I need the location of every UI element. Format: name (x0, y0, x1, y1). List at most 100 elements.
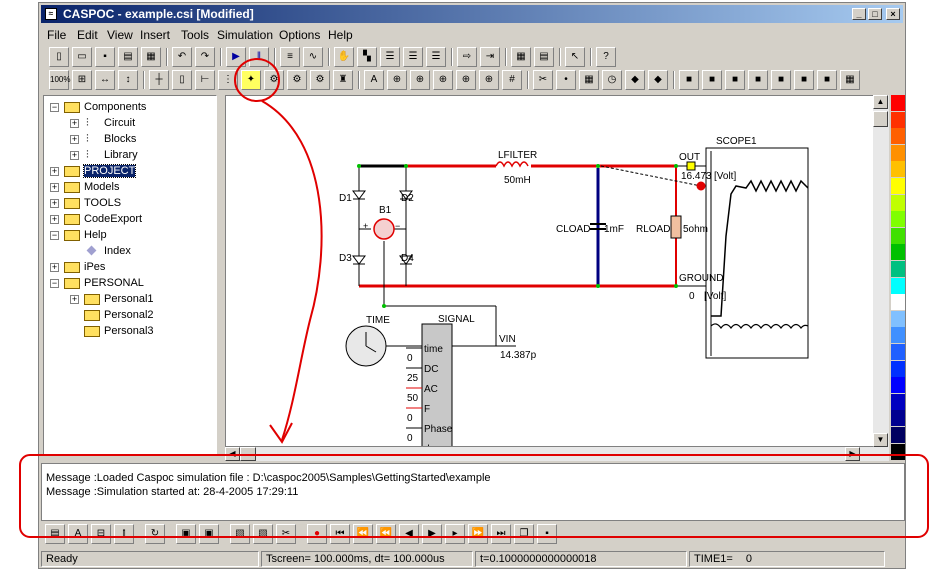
help-button[interactable]: ? (596, 47, 616, 67)
palette-swatch[interactable] (891, 261, 905, 277)
image-button[interactable]: ▧ (230, 524, 250, 544)
node-list-button[interactable]: ▤ (45, 524, 65, 544)
component-button[interactable]: ⊕ (387, 70, 407, 90)
document-button[interactable]: ▤ (534, 47, 554, 67)
list-button[interactable]: ☰ (426, 47, 446, 67)
list-button[interactable]: ☰ (403, 47, 423, 67)
node-button[interactable]: • (556, 70, 576, 90)
print-preview-button[interactable]: ▦ (141, 47, 161, 67)
palette-swatch[interactable] (891, 377, 905, 394)
palette-swatch[interactable] (891, 211, 905, 228)
block-button[interactable]: ■ (771, 70, 791, 90)
wire-button[interactable]: ┼ (149, 70, 169, 90)
tree-item[interactable]: + iPes (44, 260, 216, 276)
expand-icon[interactable]: + (50, 215, 59, 224)
tree-item[interactable]: − Components (44, 100, 216, 116)
component-button[interactable]: ⊕ (433, 70, 453, 90)
menu-file[interactable]: File (47, 28, 66, 42)
scroll-thumb[interactable] (873, 111, 888, 127)
tree-item[interactable]: Personal3 (44, 324, 216, 340)
tree-item[interactable]: + Models (44, 180, 216, 196)
record-button[interactable]: ● (307, 524, 327, 544)
tree-item[interactable]: + CodeExport (44, 212, 216, 228)
expand-icon[interactable]: + (70, 295, 79, 304)
hscroll-thumb[interactable] (240, 447, 256, 461)
undo-button[interactable]: ↶ (172, 47, 192, 67)
horizontal-scrollbar[interactable]: ◀ ▶ (225, 447, 889, 461)
tree-item[interactable]: + ⫶ Blocks (44, 132, 216, 148)
timer-button[interactable]: ◷ (602, 70, 622, 90)
scroll-left-button[interactable]: ◀ (225, 447, 240, 461)
redo-button[interactable]: ↷ (195, 47, 215, 67)
zoom-100-button[interactable]: 100% (49, 70, 70, 90)
zoom-height-button[interactable]: ↕ (118, 70, 138, 90)
zoom-fit-button[interactable]: ⊞ (72, 70, 92, 90)
skip-start-button[interactable]: ⏮ (330, 524, 350, 544)
run-button[interactable]: ▶ (226, 47, 246, 67)
minimize-button[interactable]: _ (852, 8, 866, 20)
palette-swatch[interactable] (891, 277, 905, 294)
new-file-button[interactable]: ▯ (49, 47, 69, 67)
refresh-button[interactable]: ↻ (145, 524, 165, 544)
tree-item[interactable]: Personal2 (44, 308, 216, 324)
collapse-icon[interactable]: − (50, 231, 59, 240)
expand-icon[interactable]: + (70, 119, 79, 128)
block-button[interactable]: ■ (794, 70, 814, 90)
collapse-icon[interactable]: − (50, 103, 59, 112)
maximize-button[interactable]: □ (868, 8, 882, 20)
expand-icon[interactable]: + (50, 263, 59, 272)
color-button[interactable]: ◆ (625, 70, 645, 90)
block-button[interactable]: ■ (748, 70, 768, 90)
gear-button[interactable]: ⚙ (310, 70, 330, 90)
palette-swatch[interactable] (891, 161, 905, 178)
window-button[interactable]: ▣ (176, 524, 196, 544)
tree-view-button[interactable]: ⊟ (91, 524, 111, 544)
tree-item[interactable]: + TOOLS (44, 196, 216, 212)
close-button[interactable]: × (886, 8, 900, 20)
expand-icon[interactable]: + (70, 151, 79, 160)
palette-swatch[interactable] (891, 443, 905, 460)
print-button[interactable]: ▤ (118, 47, 138, 67)
block-button[interactable]: ■ (702, 70, 722, 90)
skip-end-button[interactable]: ⏭ (491, 524, 511, 544)
tree-item[interactable]: + Personal1 (44, 292, 216, 308)
scroll-up-button[interactable]: ▲ (873, 95, 888, 109)
open-folder-button[interactable]: ▭ (72, 47, 92, 67)
menu-insert[interactable]: Insert (140, 28, 170, 42)
terminal-button[interactable]: ⋮ (218, 70, 238, 90)
menu-simulation[interactable]: Simulation (217, 28, 273, 42)
resistor-button[interactable]: ▯ (172, 70, 192, 90)
probe-button[interactable]: ♜ (333, 70, 353, 90)
export-ic-button[interactable]: ⇥ (480, 47, 500, 67)
label-button[interactable]: A (364, 70, 384, 90)
palette-swatch[interactable] (891, 344, 905, 360)
palette-swatch[interactable] (891, 128, 905, 145)
list-button[interactable]: ☰ (380, 47, 400, 67)
block-button[interactable]: ■ (679, 70, 699, 90)
pause-button[interactable]: ‖ (249, 47, 269, 67)
tree-item[interactable]: − Help (44, 228, 216, 244)
color-palette[interactable] (891, 95, 905, 461)
save-button[interactable]: ▪ (95, 47, 115, 67)
step-back-button[interactable]: ◀ (399, 524, 419, 544)
export-button[interactable]: ⇨ (457, 47, 477, 67)
split-button[interactable]: ⫾ (114, 524, 134, 544)
tree-item[interactable]: − PERSONAL (44, 276, 216, 292)
menu-edit[interactable]: Edit (77, 28, 98, 42)
block-button[interactable]: ■ (817, 70, 837, 90)
menu-view[interactable]: View (107, 28, 133, 42)
tree-item[interactable]: + ⫶ Library (44, 148, 216, 164)
palette-swatch[interactable] (891, 178, 905, 194)
palette-swatch[interactable] (891, 294, 905, 311)
menu-help[interactable]: Help (328, 28, 353, 42)
gear-button[interactable]: ⚙ (287, 70, 307, 90)
tree-item[interactable]: Index (44, 244, 216, 260)
color-button[interactable]: ◆ (648, 70, 668, 90)
table-button[interactable]: ▦ (840, 70, 860, 90)
fast-forward-button[interactable]: ⏩ (468, 524, 488, 544)
scroll-right-button[interactable]: ▶ (845, 447, 860, 461)
copy-button[interactable]: ❐ (514, 524, 534, 544)
counter-button[interactable]: # (502, 70, 522, 90)
expand-icon[interactable]: + (70, 135, 79, 144)
pointer-button[interactable]: ↖ (565, 47, 585, 67)
